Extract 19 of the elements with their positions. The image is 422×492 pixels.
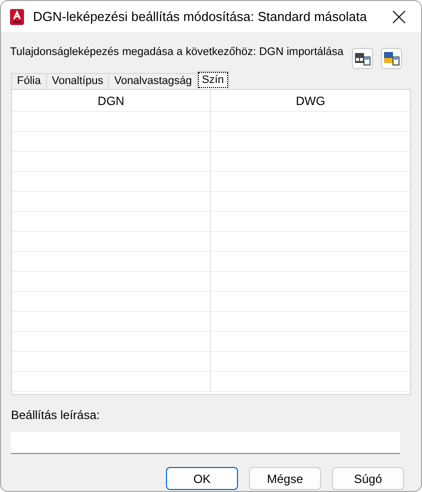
description-label: Beállítás leírása: [11,407,101,424]
table-icon [354,51,370,66]
tab[interactable]: Szín [196,71,229,89]
intro-text: Tulajdonságleképezés megadása a következőhöz: DGN importálása [10,45,344,60]
toolbar-button[interactable] [381,48,402,69]
tab[interactable]: Vonalvastagság [108,73,197,89]
table-color-icon [384,51,400,66]
dialog-button[interactable]: Mégse [249,467,321,490]
tab[interactable]: Fólia [11,73,46,89]
column-header[interactable]: DGN [12,90,211,111]
window-title: DGN-leképezési beállítás módosítása: Standard másolata [33,8,367,26]
description-field[interactable] [11,432,400,454]
app-logo-icon [9,8,25,24]
toolbar-button[interactable] [352,48,373,69]
column-header[interactable]: DWG [211,90,410,111]
dialog-button[interactable]: OK [166,467,238,490]
tab[interactable]: Vonaltípus [46,73,108,89]
close-icon [392,10,406,24]
dialog-button[interactable]: Súgó [332,467,404,490]
